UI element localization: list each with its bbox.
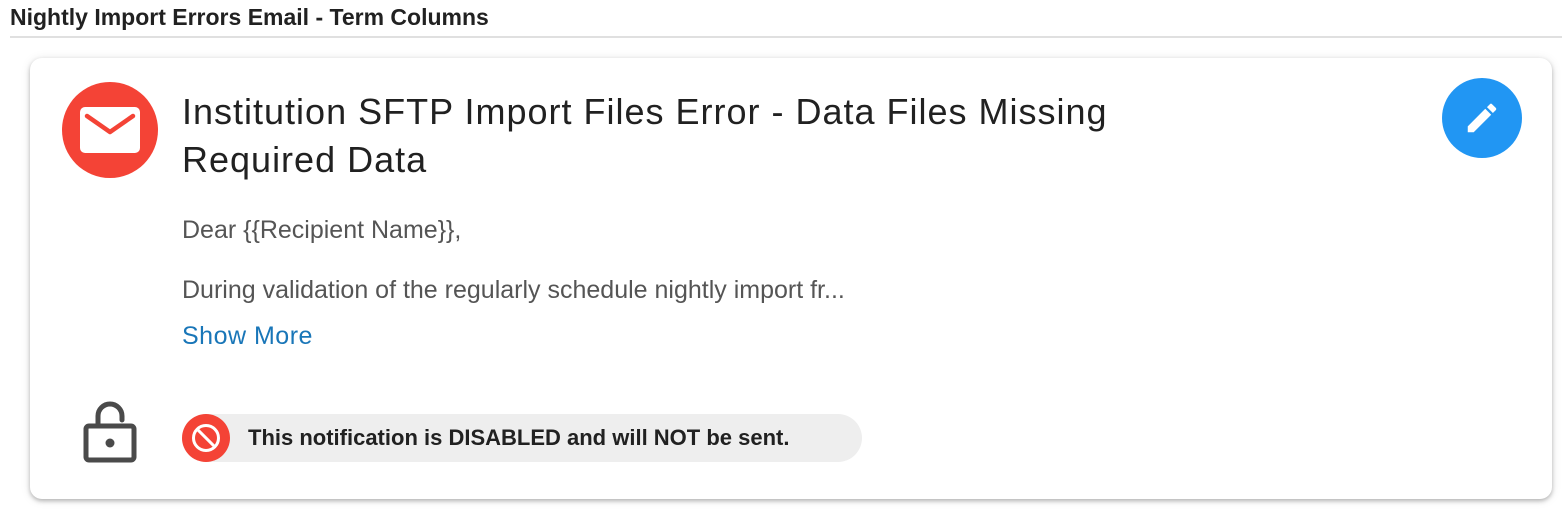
email-greeting: Dear {{Recipient Name}}, (182, 216, 462, 244)
status-text: This notification is DISABLED and will N… (248, 425, 790, 450)
block-icon (192, 424, 220, 452)
lock-open-icon[interactable] (82, 400, 138, 464)
email-preview: During validation of the regularly sched… (182, 276, 845, 304)
notification-title: Institution SFTP Import Files Error - Da… (182, 91, 1108, 180)
section-header: Nightly Import Errors Email - Term Colum… (10, 0, 1562, 38)
pencil-icon (1467, 103, 1497, 133)
status-chip: This notification is DISABLED and will N… (182, 414, 862, 462)
section-title: Nightly Import Errors Email - Term Colum… (10, 4, 489, 30)
chip-avatar (182, 414, 230, 462)
edit-button[interactable] (1442, 78, 1522, 158)
mail-icon (80, 107, 140, 153)
show-more-link[interactable]: Show More (182, 322, 313, 351)
notification-card: Institution SFTP Import Files Error - Da… (30, 58, 1552, 499)
mail-avatar (62, 82, 158, 178)
